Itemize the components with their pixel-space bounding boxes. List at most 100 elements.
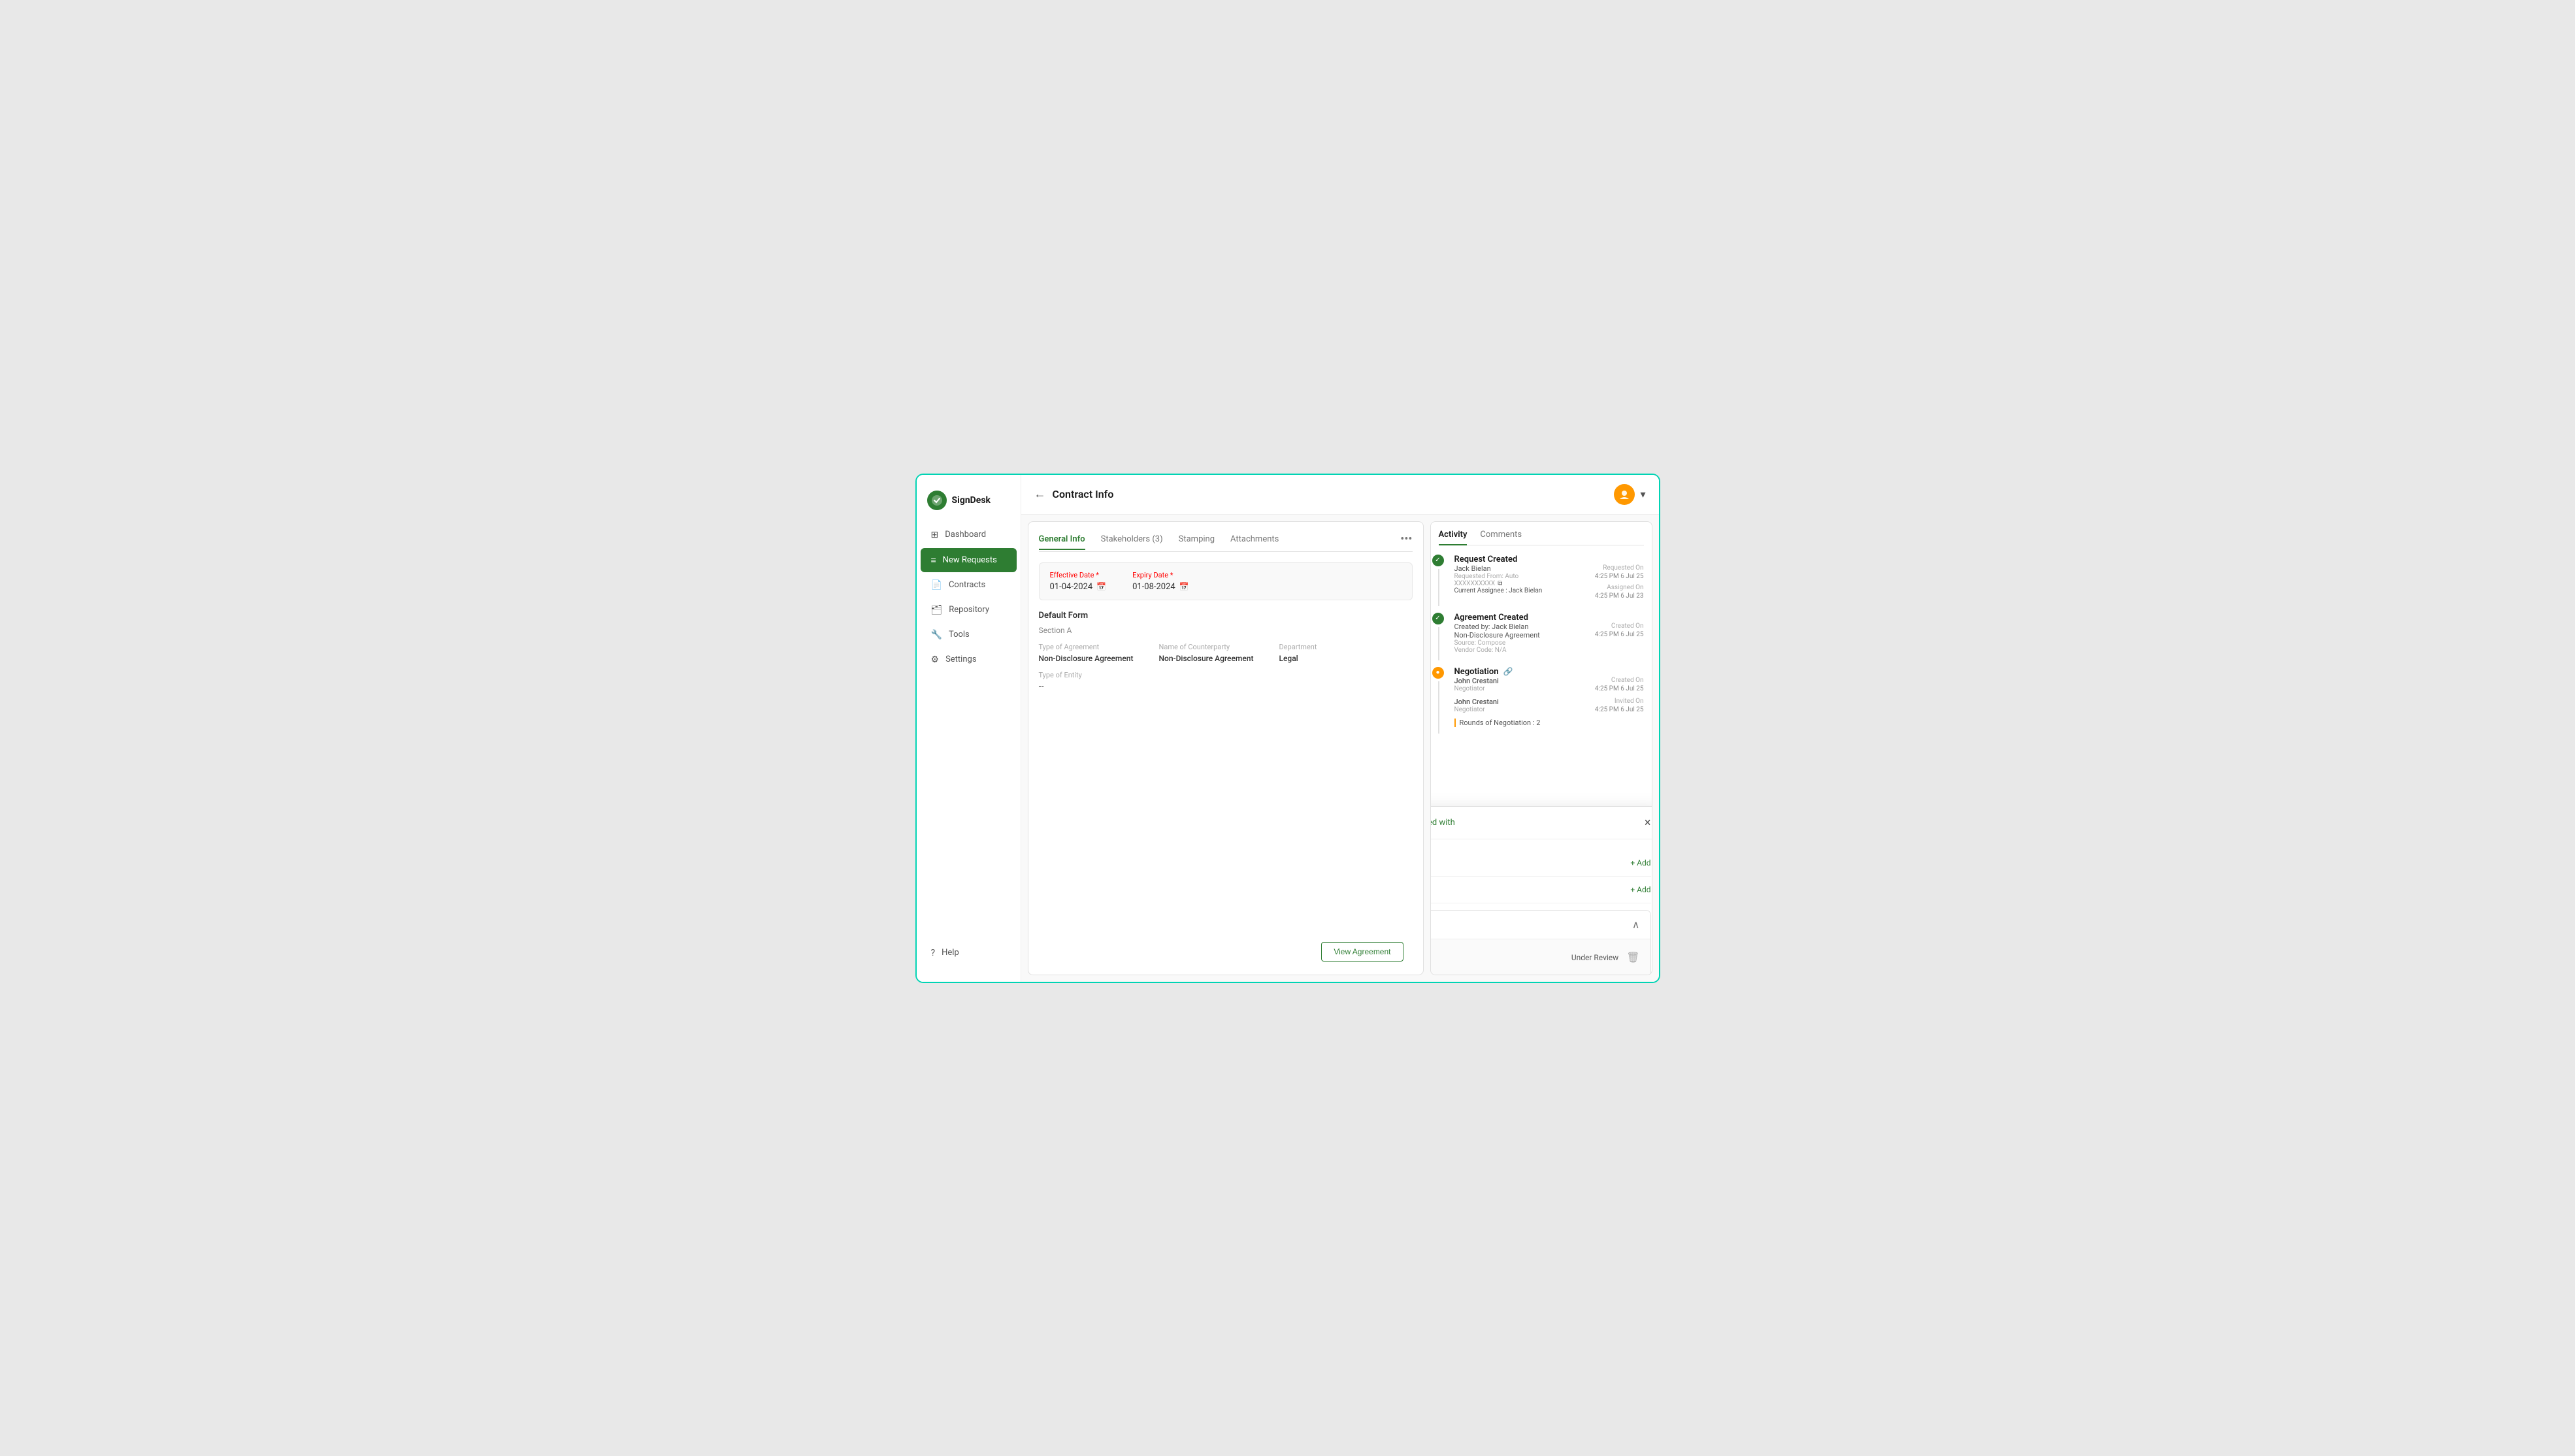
activity-item-request-created: ✓ Request Created Jack Bielan Requested … <box>1439 555 1644 600</box>
approver-add-button[interactable]: + Add <box>1630 885 1650 894</box>
field-entity: Type of Entity -- <box>1039 671 1413 691</box>
sidebar-item-tools[interactable]: 🔧 Tools <box>921 623 1017 647</box>
sidebar-item-label: New Requests <box>943 555 997 565</box>
tab-general-info[interactable]: General Info <box>1039 534 1085 549</box>
sidebar-item-label: Contracts <box>949 580 985 590</box>
negotiator-status: Under Review <box>1571 953 1618 962</box>
vendor-code: Vendor Code: N/A <box>1454 647 1540 654</box>
header-left: ← Contract Info <box>1034 487 1114 501</box>
effective-date-label: Effective Date * <box>1050 571 1107 579</box>
negotiation-role1: Negotiator <box>1454 685 1499 692</box>
department-label: Department <box>1279 643 1384 651</box>
negotiation-icon: ● <box>1432 667 1444 679</box>
negotiator-delete-button[interactable]: 🗑 <box>1626 951 1639 963</box>
activity-item-negotiation: ● Negotiation 🔗 John Crestani Negotiator <box>1439 667 1644 727</box>
contract-panel: General Info Stakeholders (3) Stamping A… <box>1028 521 1424 975</box>
tools-icon: 🔧 <box>931 630 942 640</box>
sidebar-item-help[interactable]: ? Help <box>921 941 1017 965</box>
rounds-of-negotiation: Rounds of Negotiation : 2 <box>1454 719 1644 727</box>
activity-item-agreement-created: ✓ Agreement Created Created by: Jack Bie… <box>1439 613 1644 654</box>
overlay-body: Co- Editors (0) + Add Approver (0) <box>1430 839 1652 975</box>
agreement-created-icon: ✓ <box>1432 613 1444 624</box>
sidebar-item-label: Repository <box>949 605 989 615</box>
overlay-header: Collaborators | Execution | Shared with … <box>1430 807 1652 839</box>
agreement-name: Non-Disclosure Agreement <box>1454 631 1540 639</box>
activity-tab-activity[interactable]: Activity <box>1439 530 1468 545</box>
sidebar-logo: SignDesk <box>917 485 1021 523</box>
agreement-created-details: Created by: Jack Bielan Non-Disclosure A… <box>1445 623 1644 654</box>
header-right: ▾ <box>1614 484 1645 505</box>
current-assignee: Current Assignee : Jack Bielan <box>1454 587 1543 594</box>
request-from: Requested From: Auto <box>1454 573 1543 580</box>
main-header: ← Contract Info ▾ <box>1021 475 1659 515</box>
contracts-icon: 📄 <box>931 580 942 590</box>
overlay-panel: Collaborators | Execution | Shared with … <box>1430 806 1652 975</box>
activity-tab-comments[interactable]: Comments <box>1480 530 1522 545</box>
created-by: Created by: Jack Bielan <box>1454 623 1540 631</box>
new-requests-icon: ≡ <box>931 555 936 566</box>
effective-date-calendar-icon[interactable]: 📅 <box>1096 582 1106 591</box>
department-value: Legal <box>1279 654 1384 663</box>
source: Source: Compose <box>1454 639 1540 647</box>
copy-icon[interactable]: ⧉ <box>1498 580 1502 587</box>
approver-row: Approver (0) + Add <box>1430 877 1651 903</box>
type-of-agreement-label: Type of Agreement <box>1039 643 1143 651</box>
dropdown-icon[interactable]: ▾ <box>1640 488 1645 500</box>
expiry-date-value: 01-08-2024 📅 <box>1132 582 1189 592</box>
overlay-close-button[interactable]: × <box>1645 816 1651 830</box>
content-area: General Info Stakeholders (3) Stamping A… <box>1021 515 1659 982</box>
tab-stakeholders[interactable]: Stakeholders (3) <box>1101 534 1163 549</box>
sidebar-item-contracts[interactable]: 📄 Contracts <box>921 574 1017 597</box>
date-row: Effective Date * 01-04-2024 📅 Expiry Dat… <box>1039 562 1413 600</box>
avatar[interactable] <box>1614 484 1635 505</box>
request-id: XXXXXXXXXX <box>1454 580 1496 587</box>
agreement-created-title: Agreement Created <box>1445 613 1644 623</box>
sidebar-item-label: Dashboard <box>945 530 986 540</box>
activity-panel: Activity Comments ✓ Request Created Jack… <box>1430 521 1652 975</box>
entity-value: -- <box>1039 682 1413 691</box>
field-counterparty: Name of Counterparty Non-Disclosure Agre… <box>1159 643 1264 663</box>
sidebar-bottom: ? Help <box>917 935 1021 971</box>
negotiation-role2: Negotiator <box>1454 706 1499 713</box>
settings-icon: ⚙ <box>931 655 940 665</box>
negotiator-header: Negotiator (1) ∧ <box>1430 911 1650 939</box>
counterparty-label: Name of Counterparty <box>1159 643 1264 651</box>
sidebar-item-repository[interactable]: 🗂 Repository <box>921 598 1017 622</box>
contract-tabs: General Info Stakeholders (3) Stamping A… <box>1039 532 1413 552</box>
back-button[interactable]: ← <box>1034 487 1046 501</box>
view-agreement-button[interactable]: View Agreement <box>1321 942 1403 962</box>
effective-date-value: 01-04-2024 📅 <box>1050 582 1107 592</box>
co-editors-add-button[interactable]: + Add <box>1630 858 1650 867</box>
negotiation-link-icon[interactable]: 🔗 <box>1503 667 1513 676</box>
sidebar-item-label: Help <box>942 948 959 958</box>
section-label: Section A <box>1039 626 1413 635</box>
type-of-agreement-value: Non-Disclosure Agreement <box>1039 654 1143 663</box>
sidebar-item-new-requests[interactable]: ≡ New Requests <box>921 548 1017 572</box>
tab-attachments[interactable]: Attachments <box>1230 534 1279 549</box>
field-type-of-agreement: Type of Agreement Non-Disclosure Agreeme… <box>1039 643 1143 663</box>
tab-stamping[interactable]: Stamping <box>1179 534 1215 549</box>
expiry-date-calendar-icon[interactable]: 📅 <box>1179 582 1189 591</box>
tab-more-icon[interactable]: ••• <box>1400 532 1412 551</box>
fields-row: Type of Agreement Non-Disclosure Agreeme… <box>1039 643 1413 663</box>
request-created-title: Request Created <box>1445 555 1644 564</box>
logo-icon <box>927 491 947 510</box>
sidebar-item-settings[interactable]: ⚙ Settings <box>921 648 1017 671</box>
activity-tabs: Activity Comments <box>1439 530 1644 545</box>
request-user: Jack Bielan <box>1454 564 1543 573</box>
negotiation-user1: John Crestani <box>1454 677 1499 685</box>
overlay-tabs: Collaborators | Execution | Shared with <box>1430 817 1455 829</box>
request-created-details: Jack Bielan Requested From: Auto XXXXXXX… <box>1445 564 1644 600</box>
field-department: Department Legal <box>1279 643 1384 663</box>
negotiator-section: Negotiator (1) ∧ J John Cresta <box>1430 910 1651 975</box>
effective-date-field: Effective Date * 01-04-2024 📅 <box>1050 571 1107 592</box>
request-created-icon: ✓ <box>1432 555 1444 566</box>
entity-label: Type of Entity <box>1039 671 1413 679</box>
overlay-tab-shared[interactable]: Shared with <box>1430 818 1455 828</box>
negotiator-chevron-icon[interactable]: ∧ <box>1632 918 1640 931</box>
expiry-date-label: Expiry Date * <box>1132 571 1189 579</box>
sidebar-item-label: Tools <box>949 630 970 639</box>
counterparty-value: Non-Disclosure Agreement <box>1159 654 1264 663</box>
repository-icon: 🗂 <box>931 605 943 615</box>
sidebar-item-dashboard[interactable]: ⊞ Dashboard <box>921 523 1017 547</box>
